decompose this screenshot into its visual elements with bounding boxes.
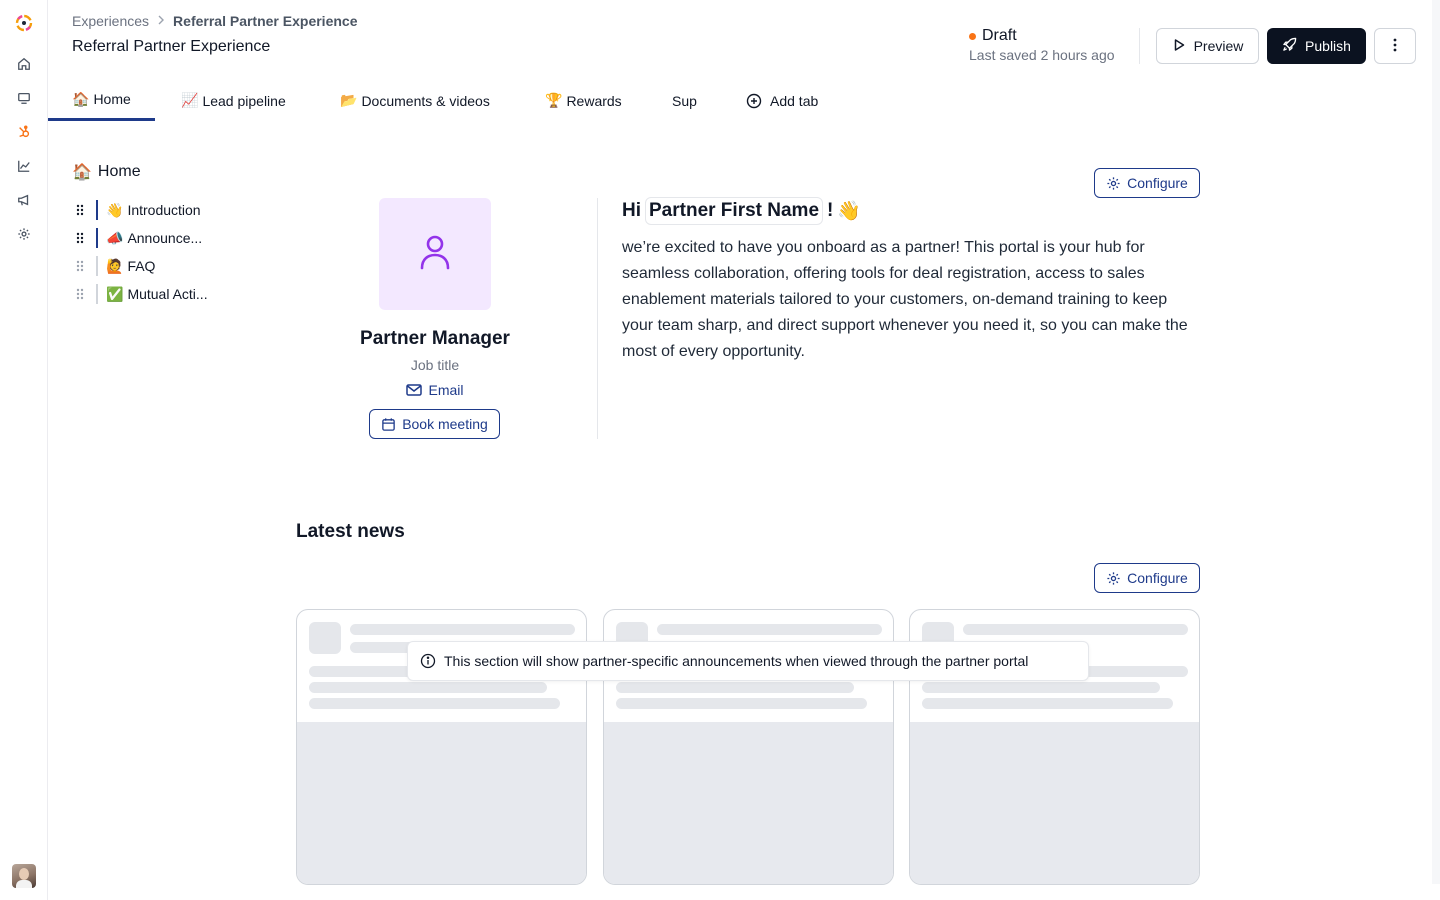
calendar-icon: [381, 417, 396, 432]
status-dot-icon: [969, 32, 976, 40]
drag-handle-icon[interactable]: [72, 288, 88, 300]
status-badge: Draft: [982, 27, 1017, 44]
wave-icon: 👋: [106, 201, 124, 218]
outline-indicator: [96, 200, 98, 220]
news-configure-button[interactable]: Configure: [1094, 563, 1200, 593]
page-title: Referral Partner Experience: [72, 38, 271, 55]
info-icon: [420, 653, 436, 669]
folder-icon: 📂: [340, 92, 358, 108]
outline-item-label: FAQ: [127, 258, 156, 274]
publish-button[interactable]: Publish: [1267, 28, 1366, 64]
preview-button[interactable]: Preview: [1156, 28, 1259, 64]
partner-first-name-token[interactable]: Partner First Name: [645, 197, 824, 225]
outline-indicator: [96, 228, 98, 248]
drag-handle-icon[interactable]: [72, 204, 88, 216]
greeting-exclaim: !: [827, 200, 834, 221]
greeting-heading: Hi Partner First Name ! 👋: [622, 197, 861, 225]
greeting-hi: Hi: [622, 200, 641, 221]
play-icon: [1172, 38, 1186, 55]
publish-label: Publish: [1305, 38, 1351, 54]
gear-icon[interactable]: [15, 225, 33, 243]
tab-label: Sup: [672, 92, 697, 109]
outline-title-label: Home: [97, 163, 141, 180]
tab-documents-videos[interactable]: 📂 Documents & videos: [316, 80, 514, 121]
tab-bar: 🏠 Home 📈 Lead pipeline 📂 Documents & vid…: [48, 80, 1440, 121]
drag-handle-icon[interactable]: [72, 232, 88, 244]
book-meeting-label: Book meeting: [402, 416, 488, 432]
outline-item-faq[interactable]: 🙋 FAQ: [72, 255, 155, 277]
last-saved-text: Last saved 2 hours ago: [969, 47, 1115, 63]
tab-lead-pipeline[interactable]: 📈 Lead pipeline: [157, 80, 310, 121]
tab-home[interactable]: 🏠 Home: [48, 80, 155, 121]
monitor-icon[interactable]: [15, 89, 33, 107]
configure-button[interactable]: Configure: [1094, 168, 1200, 198]
outline-item-mutual-action[interactable]: ✅ Mutual Acti...: [72, 283, 208, 305]
status-block: Draft Last saved 2 hours ago: [969, 27, 1115, 63]
tab-sup[interactable]: Sup: [648, 80, 721, 121]
news-notice-text: This section will show partner-specific …: [444, 653, 1029, 669]
tab-label: Add tab: [770, 92, 819, 109]
preview-label: Preview: [1193, 38, 1244, 54]
tab-label: Lead pipeline: [202, 92, 286, 109]
partner-manager-name: Partner Manager: [360, 328, 510, 349]
breadcrumb: Experiences Referral Partner Experience: [72, 13, 357, 29]
outline-title: 🏠 Home: [72, 162, 141, 182]
outline-indicator: [96, 256, 98, 276]
user-avatar[interactable]: [12, 864, 36, 888]
trophy-icon: 🏆: [545, 92, 563, 108]
gear-icon: [1106, 176, 1121, 191]
tab-label: Documents & videos: [361, 92, 490, 109]
email-label: Email: [428, 382, 464, 398]
more-options-button[interactable]: [1374, 28, 1416, 64]
check-mark-icon: ✅: [106, 285, 124, 302]
tab-rewards[interactable]: 🏆 Rewards: [521, 80, 646, 121]
partner-manager-avatar[interactable]: [379, 198, 491, 310]
card-divider: [597, 198, 598, 439]
left-rail: [0, 0, 48, 900]
megaphone-icon: 📣: [106, 229, 124, 246]
chevron-right-icon: [157, 14, 165, 28]
raised-hand-icon: 🙋: [106, 257, 124, 274]
configure-label: Configure: [1127, 570, 1188, 586]
wave-icon: 👋: [837, 201, 862, 222]
tab-label: Rewards: [566, 92, 622, 109]
mail-icon: [406, 383, 423, 397]
home-icon[interactable]: [15, 55, 33, 73]
hubspot-icon[interactable]: [15, 123, 33, 141]
add-tab-button[interactable]: Add tab: [722, 80, 842, 121]
user-icon: [419, 234, 451, 275]
partner-manager-job-title: Job title: [410, 357, 460, 373]
page-scrollbar[interactable]: [1432, 0, 1440, 884]
outline-item-introduction[interactable]: 👋 Introduction: [72, 199, 201, 221]
outline-indicator: [96, 284, 98, 304]
welcome-message[interactable]: we’re excited to have you onboard as a p…: [622, 235, 1202, 365]
drag-handle-icon[interactable]: [72, 260, 88, 272]
gear-icon: [1106, 571, 1121, 586]
more-vertical-icon: [1393, 38, 1397, 55]
configure-label: Configure: [1127, 175, 1188, 191]
news-notice: This section will show partner-specific …: [407, 641, 1089, 681]
book-meeting-button[interactable]: Book meeting: [369, 409, 500, 439]
house-icon: 🏠: [72, 90, 90, 107]
plus-circle-icon: [746, 93, 762, 109]
chart-icon[interactable]: [15, 157, 33, 175]
latest-news-heading: Latest news: [296, 521, 405, 542]
outline-item-label: Mutual Acti...: [127, 286, 208, 302]
outline-item-label: Announce...: [127, 230, 203, 246]
rocket-icon: [1282, 37, 1297, 55]
breadcrumb-parent[interactable]: Experiences: [72, 13, 149, 29]
outline-item-label: Introduction: [127, 202, 201, 218]
megaphone-icon[interactable]: [15, 191, 33, 209]
outline-item-announcements[interactable]: 📣 Announce...: [72, 227, 202, 249]
header-divider: [1139, 28, 1140, 64]
breadcrumb-current: Referral Partner Experience: [173, 13, 358, 29]
house-icon: 🏠: [72, 164, 92, 181]
email-link[interactable]: Email: [300, 382, 570, 398]
chart-up-icon: 📈: [181, 92, 199, 108]
app-logo-icon[interactable]: [14, 13, 34, 33]
tab-label: Home: [93, 91, 131, 107]
